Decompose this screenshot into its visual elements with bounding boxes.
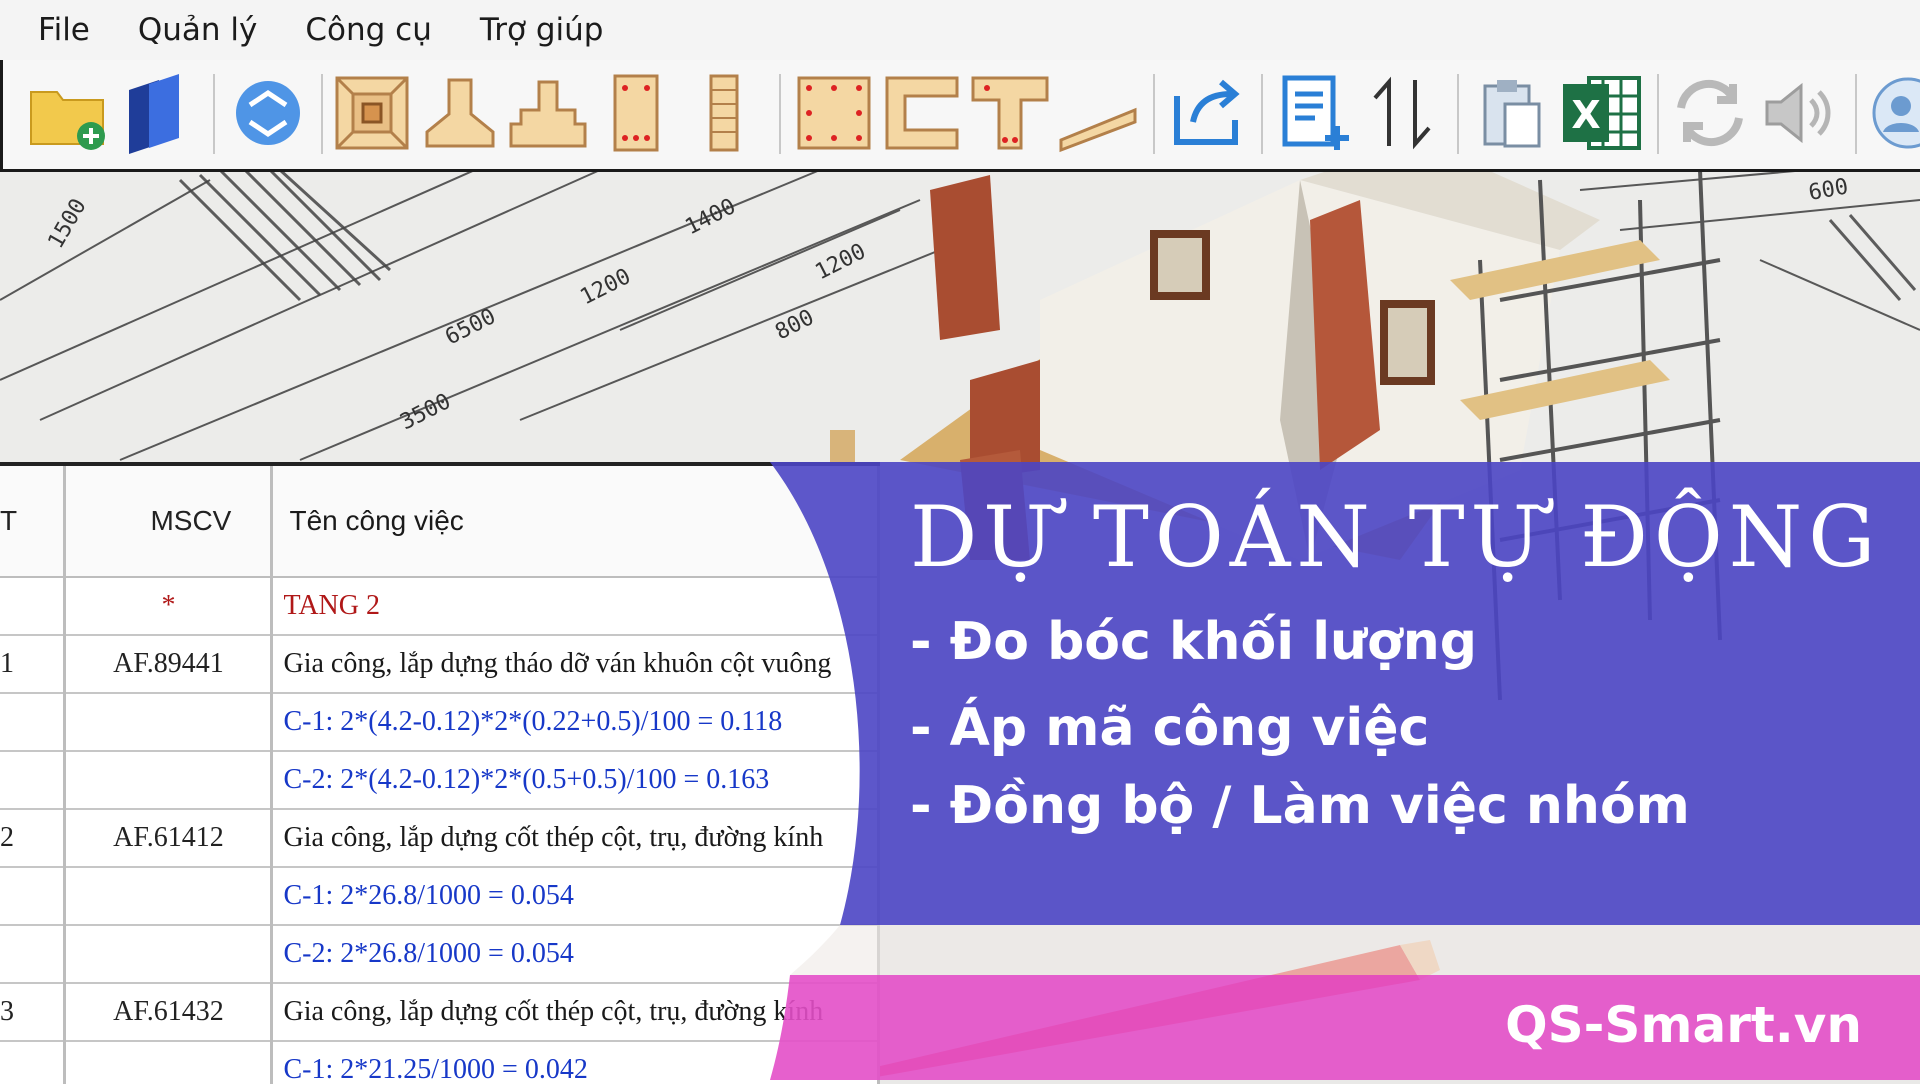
table-row[interactable]: C-2: 2*26.8/1000 = 0.054 <box>0 925 880 984</box>
cell-ten: C-2: 2*(4.2-0.12)*2*(0.5+0.5)/100 = 0.16… <box>271 751 880 810</box>
cell-mscv <box>64 693 274 752</box>
cell-mscv <box>64 1041 274 1084</box>
user-settings-icon[interactable] <box>1865 70 1920 156</box>
sort-icon[interactable] <box>1359 70 1445 156</box>
new-project-icon[interactable] <box>25 70 111 156</box>
cell-stt <box>0 577 67 636</box>
table-row[interactable]: C-2: 2*(4.2-0.12)*2*(0.5+0.5)/100 = 0.16… <box>0 751 880 810</box>
cell-mscv <box>64 867 274 926</box>
cell-ten: Gia công, lắp dựng cốt thép cột, trụ, đư… <box>271 983 880 1042</box>
table-row[interactable]: 2 AF.61412 Gia công, lắp dựng cốt thép c… <box>0 809 880 868</box>
pad-footing-icon[interactable] <box>417 70 503 156</box>
cell-ten: C-1: 2*(4.2-0.12)*2*(0.22+0.5)/100 = 0.1… <box>271 693 880 752</box>
export-icon[interactable] <box>1163 70 1249 156</box>
menu-file[interactable]: File <box>38 12 90 48</box>
menu-quan-ly[interactable]: Quản lý <box>138 12 258 48</box>
channel-section-icon[interactable] <box>879 70 965 156</box>
table-row[interactable]: * TANG 2 <box>0 577 880 636</box>
header-ten-cong-viec[interactable]: Tên công việc <box>271 466 880 578</box>
cell-ten: TANG 2 <box>271 577 880 636</box>
excel-icon[interactable]: X <box>1559 70 1645 156</box>
cell-ten: C-2: 2*26.8/1000 = 0.054 <box>271 925 880 984</box>
beam-section-icon[interactable] <box>791 70 877 156</box>
table-row[interactable]: 1 AF.89441 Gia công, lắp dựng tháo dỡ vá… <box>0 635 880 694</box>
table-header-row: T MSCV Tên công việc <box>0 466 880 578</box>
cell-ten: C-1: 2*26.8/1000 = 0.054 <box>271 867 880 926</box>
cell-mscv: AF.61412 <box>64 809 274 868</box>
cell-mscv <box>64 751 274 810</box>
cell-stt: 1 <box>0 635 67 694</box>
sync-globe-icon[interactable] <box>225 70 311 156</box>
menu-tro-giup[interactable]: Trợ giúp <box>480 12 604 48</box>
stepped-footing-icon[interactable] <box>505 70 591 156</box>
cell-stt <box>0 1041 67 1084</box>
cell-ten: C-1: 2*21.25/1000 = 0.042 <box>271 1041 880 1084</box>
column-rebar-icon[interactable] <box>593 70 679 156</box>
ramp-icon[interactable] <box>1055 70 1141 156</box>
add-list-icon[interactable] <box>1271 70 1357 156</box>
layers-icon[interactable] <box>115 70 201 156</box>
cell-stt <box>0 867 67 926</box>
menu-bar: File Quản lý Công cụ Trợ giúp <box>0 0 1920 60</box>
cell-stt <box>0 693 67 752</box>
cell-mscv: AF.89441 <box>64 635 274 694</box>
header-stt[interactable]: T <box>0 466 67 578</box>
cell-stt: 2 <box>0 809 67 868</box>
table-row[interactable]: C-1: 2*26.8/1000 = 0.054 <box>0 867 880 926</box>
toolbar: X <box>0 60 1920 172</box>
header-mscv[interactable]: MSCV <box>64 466 274 578</box>
t-beam-section-icon[interactable] <box>967 70 1053 156</box>
table-row[interactable]: C-1: 2*21.25/1000 = 0.042 <box>0 1041 880 1084</box>
menu-cong-cu[interactable]: Công cụ <box>305 12 431 48</box>
cell-stt <box>0 925 67 984</box>
table-row[interactable]: C-1: 2*(4.2-0.12)*2*(0.22+0.5)/100 = 0.1… <box>0 693 880 752</box>
refresh-icon[interactable] <box>1667 70 1753 156</box>
rectangular-pit-icon[interactable] <box>329 70 415 156</box>
cell-mscv <box>64 925 274 984</box>
table-row[interactable]: 3 AF.61432 Gia công, lắp dựng cốt thép c… <box>0 983 880 1042</box>
cell-mscv: * <box>64 577 274 636</box>
cell-stt: 3 <box>0 983 67 1042</box>
work-items-table: T MSCV Tên công việc * TANG 2 1 AF.89441… <box>0 462 880 1084</box>
brick-column-icon[interactable] <box>681 70 767 156</box>
cell-ten: Gia công, lắp dựng tháo dỡ ván khuôn cột… <box>271 635 880 694</box>
cell-stt <box>0 751 67 810</box>
cell-mscv: AF.61432 <box>64 983 274 1042</box>
cell-ten: Gia công, lắp dựng cốt thép cột, trụ, đư… <box>271 809 880 868</box>
clipboard-icon[interactable] <box>1467 70 1553 156</box>
speaker-icon[interactable] <box>1755 70 1841 156</box>
svg-text:X: X <box>1571 93 1600 137</box>
